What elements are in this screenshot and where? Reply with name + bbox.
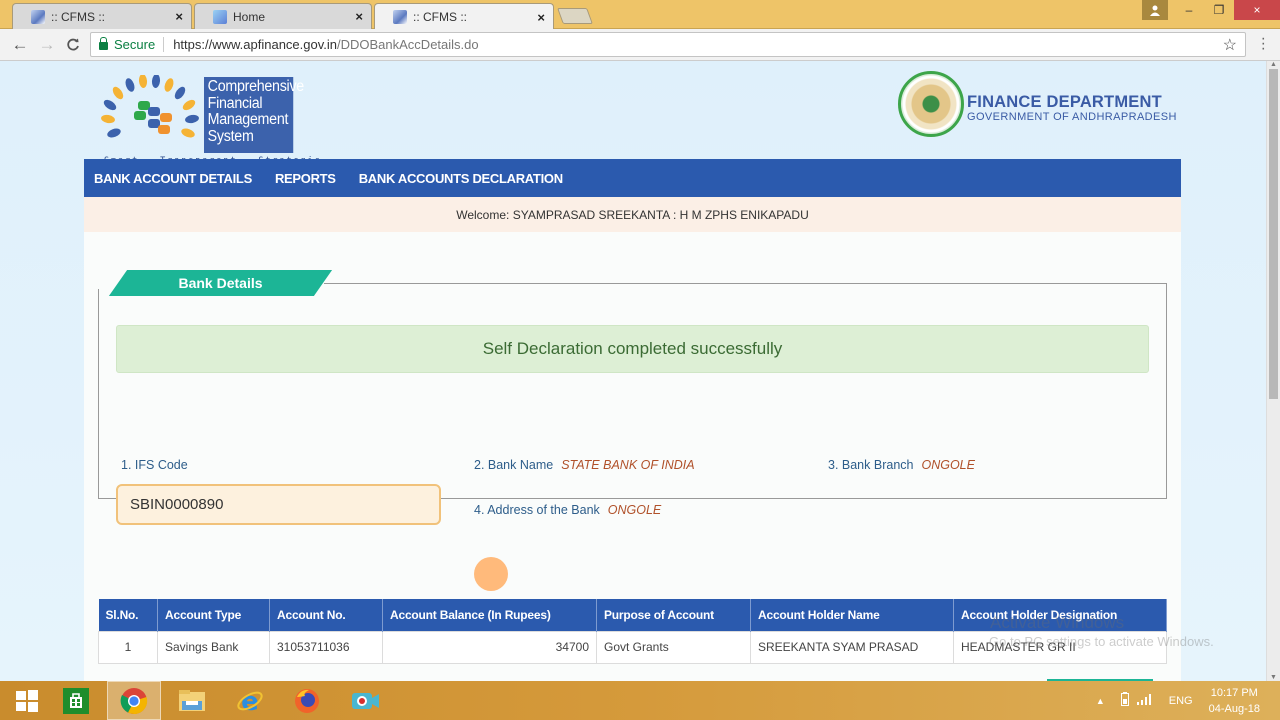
file-explorer-button[interactable]	[165, 681, 219, 720]
secure-label: Secure	[114, 37, 165, 52]
cell-account-type: Savings Bank	[157, 630, 270, 664]
screen-recorder-icon	[352, 692, 379, 709]
cell-holder-name: SREEKANTA SYAM PRASAD	[750, 630, 954, 664]
firefox-icon	[295, 688, 319, 713]
cfms-favicon-icon	[31, 9, 45, 24]
cell-purpose: Govt Grants	[596, 630, 751, 664]
page-scrollbar[interactable]: ▲ ▼	[1266, 61, 1280, 681]
tab-title: :: CFMS ::	[51, 9, 105, 24]
store-icon	[63, 687, 89, 714]
cfms-sun-icon	[101, 75, 199, 138]
page-viewport: Comprehensive Financial Management Syste…	[0, 61, 1266, 681]
svg-text:e: e	[241, 687, 259, 715]
bank-address-value: ONGOLE	[607, 503, 662, 517]
start-button[interactable]	[0, 681, 54, 720]
user-profile-icon[interactable]	[1142, 0, 1168, 20]
browser-tab-strip: :: CFMS :: × Home × :: CFMS :: × – ❐ ×	[0, 0, 1280, 30]
windows-taskbar: e ▲ ENG 10:17 PM 04-Aug-18	[0, 681, 1280, 720]
address-bar[interactable]: Secure https://www.apfinance.gov.in/DDOB…	[90, 32, 1246, 57]
nav-bank-account-details[interactable]: BANK ACCOUNT DETAILS	[94, 171, 252, 186]
window-controls: – ❐ ×	[1142, 0, 1280, 20]
tab-title: Home	[233, 9, 266, 24]
reload-button[interactable]	[62, 34, 84, 56]
windows-logo-icon	[16, 689, 38, 712]
col-account-balance: Account Balance (In Rupees)	[382, 599, 597, 631]
col-sl-no: Sl.No.	[98, 599, 158, 631]
reload-icon	[67, 38, 79, 51]
browser-tab-cfms-active[interactable]: :: CFMS :: ×	[374, 3, 554, 30]
ifs-code-label: 1. IFS Code	[121, 458, 188, 472]
restore-button[interactable]: ❐	[1204, 0, 1234, 20]
activate-windows-watermark: Activate Windows	[990, 613, 1125, 632]
internet-explorer-icon: e	[237, 687, 263, 715]
minimize-button[interactable]: –	[1174, 0, 1204, 20]
new-tab-button[interactable]	[557, 8, 593, 24]
clock-time: 10:17 PM	[1210, 686, 1258, 699]
welcome-message: Welcome: SYAMPRASAD SREEKANTA : H M ZPHS…	[84, 197, 1181, 232]
mouse-cursor-highlight	[474, 557, 508, 591]
forward-button[interactable]: →	[36, 34, 58, 56]
col-holder-name: Account Holder Name	[750, 599, 954, 631]
close-tab-icon[interactable]: ×	[537, 10, 545, 25]
main-nav: BANK ACCOUNT DETAILS REPORTS BANK ACCOUN…	[84, 159, 1181, 197]
browser-toolbar: ← → Secure https://www.apfinance.gov.in/…	[0, 29, 1280, 61]
ifs-code-input[interactable]	[116, 484, 441, 525]
bank-details-legend: Bank Details	[178, 275, 263, 291]
lock-icon	[99, 37, 108, 50]
show-hidden-icons-icon[interactable]: ▲	[1096, 696, 1105, 706]
cfms-favicon-icon	[393, 10, 407, 24]
scroll-down-icon[interactable]: ▼	[1270, 674, 1277, 681]
url-text[interactable]: https://www.apfinance.gov.in/DDOBankAccD…	[164, 37, 478, 52]
cell-sl-no: 1	[98, 630, 158, 664]
battery-icon[interactable]	[1120, 692, 1129, 709]
col-purpose: Purpose of Account	[596, 599, 751, 631]
screen-recorder-button[interactable]	[338, 681, 392, 720]
department-subtitle: GOVERNMENT OF ANDHRAPRADESH	[967, 111, 1177, 123]
activate-windows-subtext: Go to PC settings to activate Windows.	[989, 634, 1214, 649]
system-clock[interactable]: 10:17 PM 04-Aug-18	[1209, 685, 1260, 717]
cell-account-no: 31053711036	[269, 630, 383, 664]
scroll-up-icon[interactable]: ▲	[1270, 61, 1277, 68]
bank-branch-field: 3. Bank Branch ONGOLE	[828, 458, 975, 472]
firefox-button[interactable]	[280, 681, 334, 720]
system-tray: ▲ ENG 10:17 PM 04-Aug-18	[1096, 681, 1280, 720]
home-favicon-icon	[213, 9, 227, 24]
chrome-app-button[interactable]	[107, 681, 161, 720]
nav-reports[interactable]: REPORTS	[275, 171, 336, 186]
back-button[interactable]: ←	[9, 34, 31, 56]
bank-name-value: STATE BANK OF INDIA	[561, 458, 695, 472]
clock-date: 04-Aug-18	[1208, 702, 1260, 715]
ap-emblem-icon	[898, 71, 964, 137]
network-signal-icon[interactable]	[1136, 693, 1153, 708]
department-title: FINANCE DEPARTMENT	[967, 93, 1162, 111]
scrollbar-thumb[interactable]	[1269, 69, 1278, 399]
close-tab-icon[interactable]: ×	[175, 9, 183, 24]
bank-address-field: 4. Address of the Bank ONGOLE	[474, 503, 662, 517]
cfms-logo: Comprehensive Financial Management Syste…	[100, 73, 320, 166]
store-app-button[interactable]	[49, 681, 103, 720]
browser-menu-icon[interactable]: · · ·	[1261, 31, 1266, 57]
bank-name-field: 2. Bank Name STATE BANK OF INDIA	[474, 458, 695, 472]
close-tab-icon[interactable]: ×	[355, 9, 363, 24]
bookmark-star-icon[interactable]: ☆	[1223, 35, 1237, 55]
chrome-icon	[120, 687, 148, 714]
browser-tab-cfms-1[interactable]: :: CFMS :: ×	[12, 3, 192, 29]
browser-tab-home[interactable]: Home ×	[194, 3, 372, 29]
col-account-no: Account No.	[269, 599, 383, 631]
internet-explorer-button[interactable]: e	[223, 681, 277, 720]
nav-bank-accounts-declaration[interactable]: BANK ACCOUNTS DECLARATION	[359, 171, 563, 186]
cell-account-balance: 34700	[382, 630, 597, 664]
close-window-button[interactable]: ×	[1234, 0, 1280, 20]
col-account-type: Account Type	[157, 599, 270, 631]
bank-branch-value: ONGOLE	[921, 458, 975, 472]
folder-icon	[179, 689, 205, 711]
cfms-logo-text: Comprehensive Financial Management Syste…	[204, 77, 304, 153]
language-indicator[interactable]: ENG	[1169, 695, 1193, 707]
finance-department-logo: FINANCE DEPARTMENT GOVERNMENT OF ANDHRAP…	[898, 71, 1178, 145]
success-alert: Self Declaration completed successfully	[116, 325, 1149, 373]
tab-title: :: CFMS ::	[413, 10, 467, 24]
